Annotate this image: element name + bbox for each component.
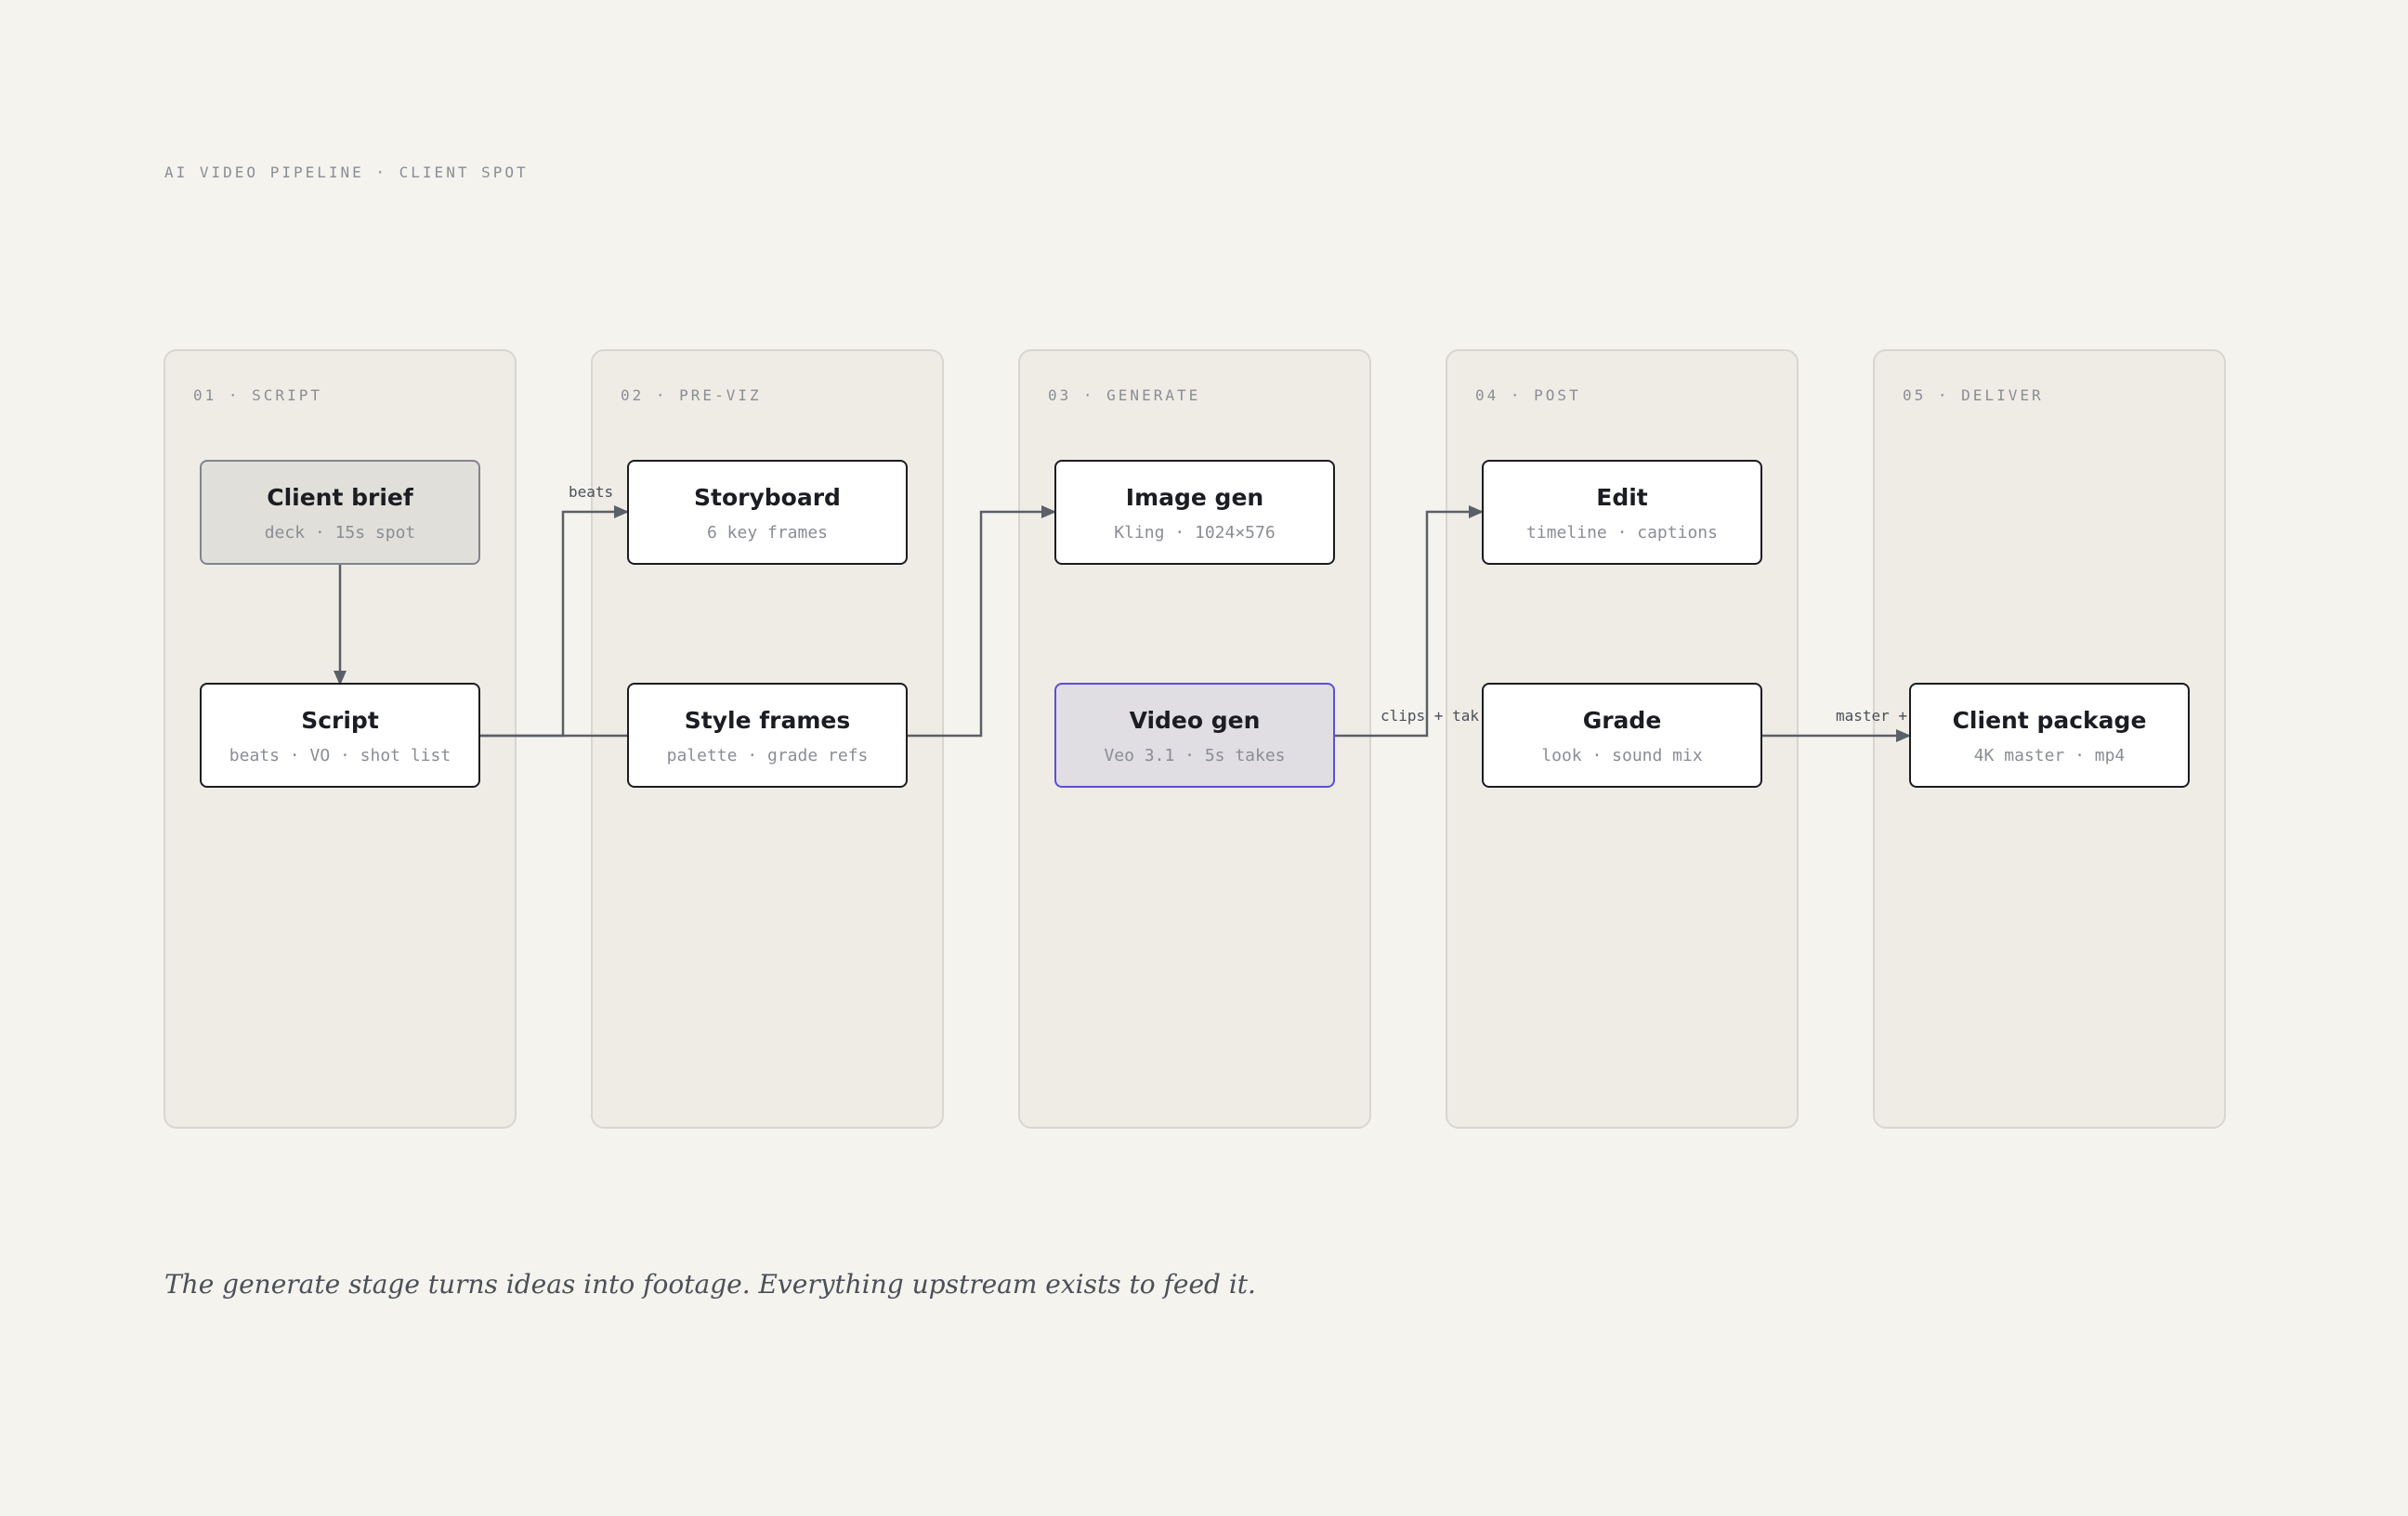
node-script[interactable]: Script beats · VO · shot list bbox=[200, 683, 480, 788]
edge-label-master: master + bbox=[1836, 707, 1908, 725]
node-edit[interactable]: Edit timeline · captions bbox=[1482, 460, 1762, 565]
node-subtitle: Veo 3.1 · 5s takes bbox=[1104, 746, 1286, 765]
node-title: Video gen bbox=[1129, 707, 1261, 734]
node-client-brief[interactable]: Client brief deck · 15s spot bbox=[200, 460, 480, 565]
node-grade[interactable]: Grade look · sound mix bbox=[1482, 683, 1762, 788]
edge-style-frames-to-image-gen bbox=[907, 505, 1056, 738]
node-client-package[interactable]: Client package 4K master · mp4 bbox=[1909, 683, 2190, 788]
node-image-gen[interactable]: Image gen Kling · 1024×576 bbox=[1054, 460, 1335, 565]
node-style-frames[interactable]: Style frames palette · grade refs bbox=[627, 683, 908, 788]
node-title: Client package bbox=[1952, 707, 2147, 734]
node-subtitle: 6 key frames bbox=[706, 523, 829, 542]
node-subtitle: deck · 15s spot bbox=[264, 523, 416, 542]
edge-video-gen-to-edit bbox=[1334, 505, 1484, 738]
edge-label-clips-takes: clips + tak bbox=[1381, 707, 1479, 725]
node-title: Image gen bbox=[1125, 484, 1264, 511]
edge-script-to-storyboard bbox=[479, 505, 629, 738]
node-title: Style frames bbox=[684, 707, 851, 734]
node-subtitle: Kling · 1024×576 bbox=[1114, 523, 1276, 542]
node-title: Grade bbox=[1582, 707, 1662, 734]
node-subtitle: look · sound mix bbox=[1541, 746, 1703, 765]
edge-label-beats: beats bbox=[569, 483, 614, 501]
node-subtitle: timeline · captions bbox=[1526, 523, 1718, 542]
node-title: Edit bbox=[1596, 484, 1648, 511]
node-video-gen[interactable]: Video gen Veo 3.1 · 5s takes bbox=[1054, 683, 1335, 788]
node-storyboard[interactable]: Storyboard 6 key frames bbox=[627, 460, 908, 565]
node-title: Client brief bbox=[267, 484, 413, 511]
node-title: Script bbox=[301, 707, 379, 734]
node-subtitle: beats · VO · shot list bbox=[229, 746, 452, 765]
node-title: Storyboard bbox=[694, 484, 841, 511]
node-subtitle: palette · grade refs bbox=[666, 746, 869, 765]
node-subtitle: 4K master · mp4 bbox=[1973, 746, 2126, 765]
